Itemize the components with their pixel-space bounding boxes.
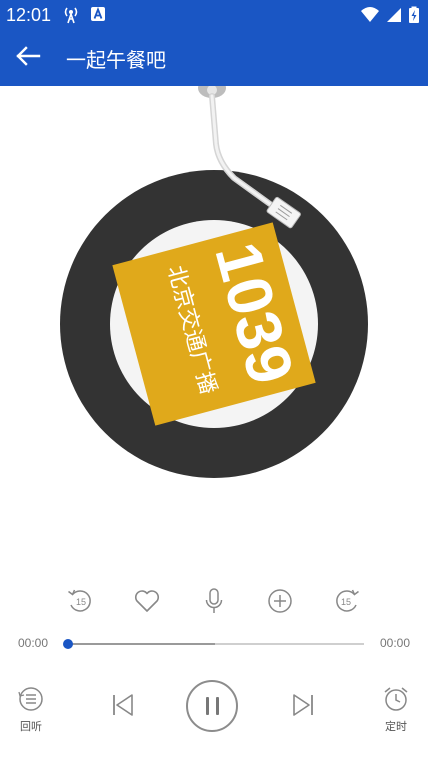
- rewind-15-label: 15: [76, 597, 86, 607]
- pause-icon: [205, 697, 219, 715]
- skip-previous-icon: [108, 690, 138, 725]
- forward-15-button[interactable]: 15: [331, 588, 363, 618]
- signal-icon: [386, 6, 402, 29]
- battery-charging-icon: [408, 6, 420, 29]
- rewind-15-button[interactable]: 15: [64, 588, 96, 618]
- app-bar: 一起午餐吧: [0, 30, 428, 86]
- rewind-15-icon: 15: [65, 586, 95, 621]
- next-button[interactable]: [288, 690, 318, 725]
- pause-button[interactable]: [186, 680, 238, 732]
- player-area: 1039 北京交通广播: [0, 78, 428, 586]
- arrow-left-icon: [15, 45, 41, 72]
- forward-15-icon: 15: [332, 586, 362, 621]
- bottom-controls: 回听 定时: [0, 676, 428, 746]
- list-circle-icon: [16, 686, 46, 717]
- timer-label: 定时: [385, 721, 407, 733]
- radio-tower-icon: [62, 6, 80, 29]
- seek-thumb[interactable]: [63, 639, 73, 649]
- timer-button[interactable]: 定时: [382, 686, 410, 734]
- wifi-icon: [360, 6, 380, 29]
- favorite-button[interactable]: [131, 588, 163, 618]
- progress-bar: 00:00 00:00: [0, 632, 428, 656]
- microphone-icon: [202, 586, 226, 621]
- add-circle-icon: [266, 587, 294, 620]
- add-button[interactable]: [264, 588, 296, 618]
- page-title: 一起午餐吧: [66, 50, 166, 72]
- heart-icon: [133, 588, 161, 619]
- text-a-icon: [90, 6, 106, 29]
- current-time: 00:00: [18, 636, 49, 650]
- playback-label: 回听: [20, 721, 42, 733]
- skip-next-icon: [288, 690, 318, 725]
- status-time: 12:01: [6, 5, 52, 25]
- playback-button[interactable]: 回听: [16, 686, 46, 734]
- status-bar: 12:01: [0, 0, 428, 30]
- alarm-clock-icon: [382, 686, 410, 717]
- total-time: 00:00: [380, 636, 411, 650]
- buffer-fill: [66, 643, 215, 645]
- tonearm: [180, 78, 320, 236]
- seek-track[interactable]: [63, 639, 364, 649]
- back-button[interactable]: [10, 42, 46, 74]
- microphone-button[interactable]: [198, 586, 230, 621]
- forward-15-label: 15: [341, 597, 351, 607]
- previous-button[interactable]: [108, 690, 138, 725]
- controls-row: 15 15: [0, 586, 428, 621]
